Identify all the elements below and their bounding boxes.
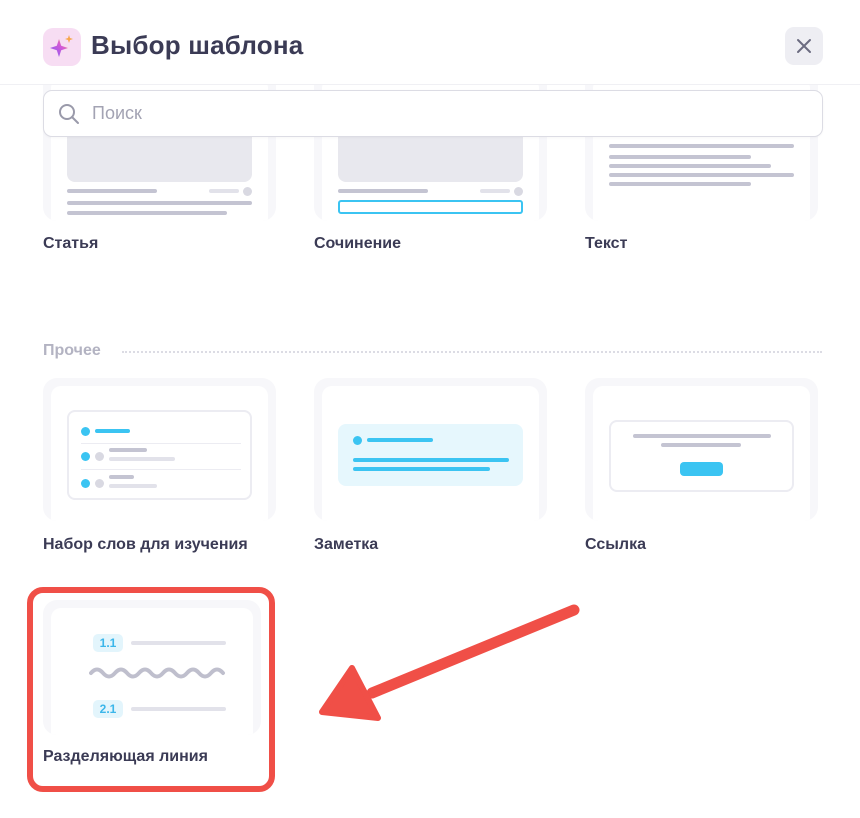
template-label-text[interactable]: Текст (585, 235, 627, 253)
search-icon (59, 104, 79, 124)
template-label-note[interactable]: Заметка (314, 536, 378, 554)
dialog-header: Выбор шаблона (0, 0, 860, 85)
template-card-link[interactable] (585, 378, 818, 521)
template-card-vocabulary[interactable] (43, 378, 276, 521)
template-label-vocabulary[interactable]: Набор слов для изучения (43, 536, 248, 554)
search-field[interactable] (43, 90, 823, 137)
template-label-article[interactable]: Статья (43, 235, 98, 253)
template-preview (51, 386, 268, 521)
section-title: Прочее (43, 342, 101, 359)
sparkles-icon (43, 28, 81, 66)
close-icon (797, 39, 811, 53)
template-card-note[interactable] (314, 378, 547, 521)
section-divider (122, 351, 822, 353)
dialog-title: Выбор шаблона (91, 30, 304, 60)
close-button[interactable] (785, 27, 823, 65)
template-label-essay[interactable]: Сочинение (314, 235, 401, 253)
template-preview (593, 386, 810, 521)
search-input[interactable] (90, 91, 794, 136)
highlight-box (27, 587, 275, 792)
template-preview (322, 386, 539, 521)
template-label-link[interactable]: Ссылка (585, 536, 646, 554)
